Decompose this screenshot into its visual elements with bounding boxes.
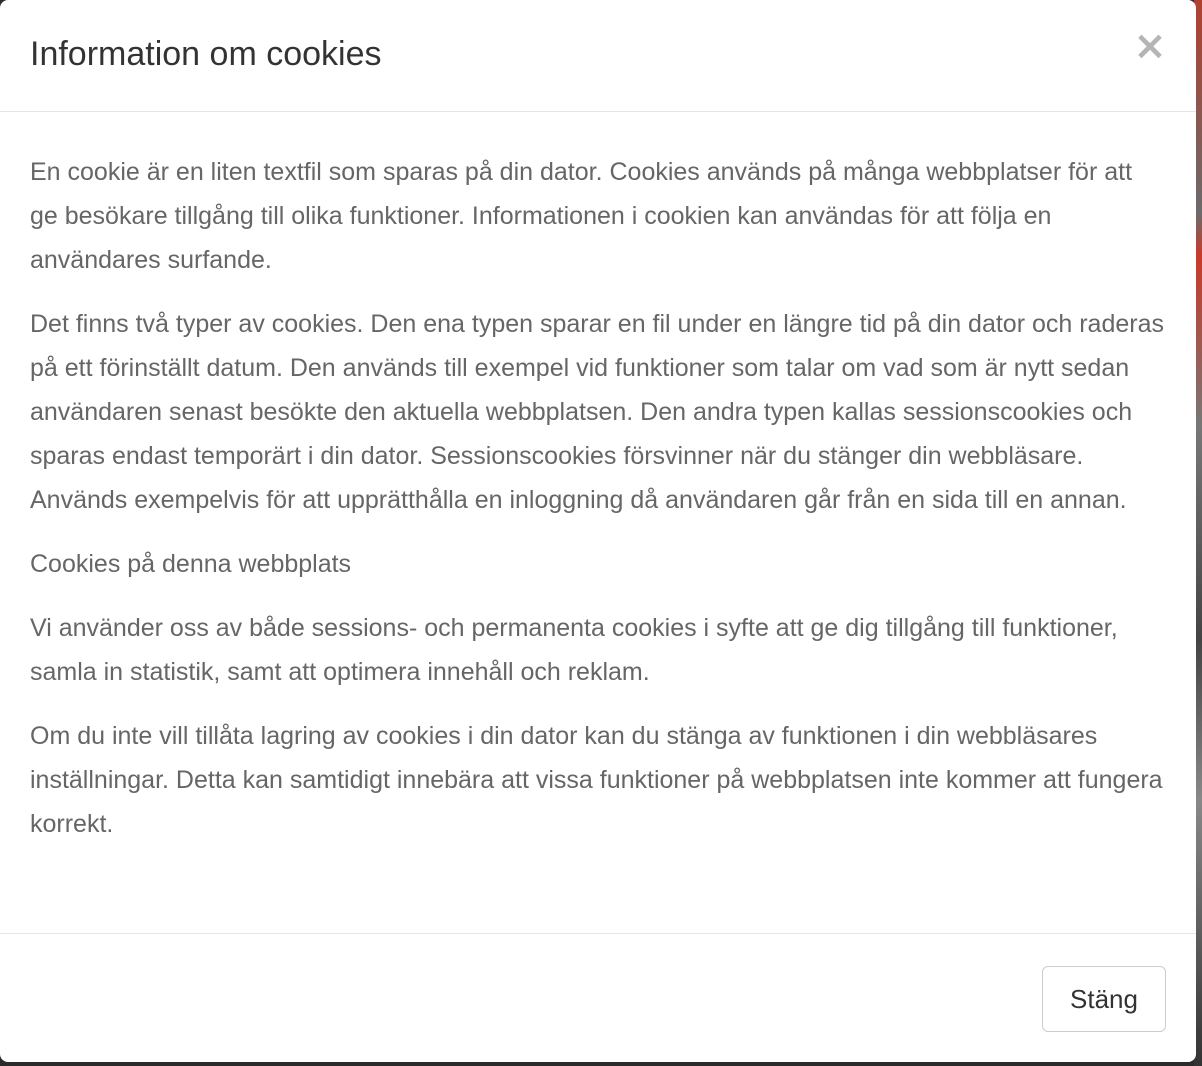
paragraph-subheading: Cookies på denna webbplats xyxy=(30,550,352,578)
modal-title: Information om cookies xyxy=(30,35,382,73)
modal-header: Information om cookies × xyxy=(0,0,1196,112)
modal-footer: Stäng xyxy=(0,934,1196,1062)
paragraph-usage: Vi använder oss av både sessions- och pe… xyxy=(30,614,1118,686)
paragraph-cookie-types: Det finns två typer av cookies. Den ena … xyxy=(30,310,1164,514)
close-button[interactable]: Stäng xyxy=(1042,966,1166,1032)
cookie-info-modal: Information om cookies × En cookie är en… xyxy=(0,0,1196,1062)
paragraph-what-is-cookie: En cookie är en liten textfil som sparas… xyxy=(30,158,1133,274)
paragraph-disable: Om du inte vill tillåta lagring av cooki… xyxy=(30,722,1163,838)
modal-body: En cookie är en liten textfil som sparas… xyxy=(0,112,1196,934)
close-icon[interactable]: × xyxy=(1132,26,1168,66)
